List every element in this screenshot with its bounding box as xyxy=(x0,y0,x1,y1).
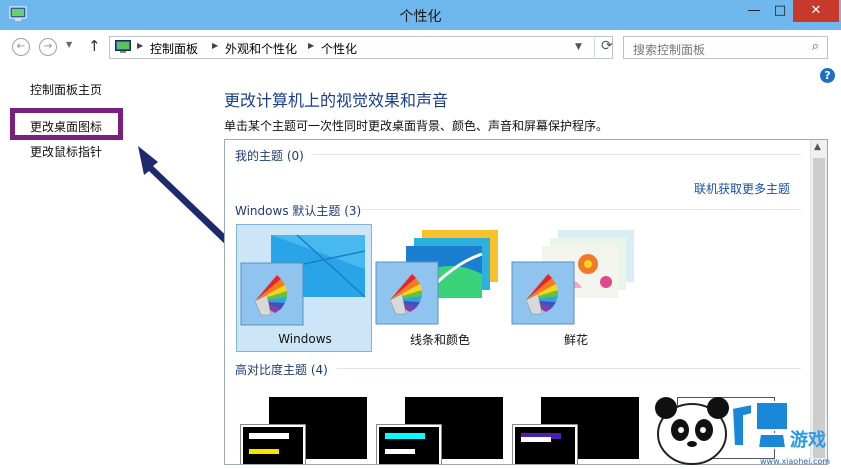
search-box[interactable]: 搜索控制面板 ⌕ xyxy=(623,36,828,59)
hc-window xyxy=(241,425,305,464)
svg-text:游戏: 游戏 xyxy=(790,429,826,451)
hc-bar xyxy=(249,449,279,454)
svg-text:www.xiaohei.com: www.xiaohei.com xyxy=(760,457,830,466)
theme-flowers-preview xyxy=(511,230,634,325)
title-bar: 个性化 — □ ✕ xyxy=(0,0,841,30)
window-title: 个性化 xyxy=(399,9,442,25)
theme-windows-preview xyxy=(240,234,366,326)
up-button[interactable]: ↑ xyxy=(88,37,101,55)
help-icon[interactable]: ? xyxy=(820,68,835,83)
breadcrumb-separator-icon[interactable]: ▶ xyxy=(212,41,218,50)
recent-locations-chevron-icon[interactable]: ▼ xyxy=(66,40,72,49)
hc-bar xyxy=(385,449,415,454)
theme-high-contrast-1[interactable] xyxy=(241,397,367,464)
hc-window xyxy=(513,425,577,464)
hc-bar xyxy=(385,433,425,439)
theme-name: 线条和颜色 xyxy=(409,333,470,347)
address-dropdown-icon[interactable]: ▼ xyxy=(575,42,582,52)
theme-lines-colors-preview xyxy=(375,230,498,325)
left-link-control-panel-home[interactable]: 控制面板主页 xyxy=(30,81,102,98)
back-button[interactable]: ← xyxy=(12,38,30,56)
navigation-bar: ← → ▼ ↑ ▶ 控制面板 ▶ 外观和个性化 ▶ 个性化 ▼ ⟳ 搜索控制面板… xyxy=(0,30,841,62)
maximize-button[interactable]: □ xyxy=(767,0,793,22)
theme-high-contrast-3[interactable] xyxy=(513,397,639,464)
highlight-box xyxy=(10,108,123,140)
forward-button[interactable]: → xyxy=(39,38,57,56)
hc-bar xyxy=(521,437,551,442)
theme-lines-and-colors[interactable]: 线条和颜色 xyxy=(372,224,508,352)
breadcrumb-separator-icon: ▶ xyxy=(137,41,144,50)
minimize-button[interactable]: — xyxy=(741,0,767,22)
breadcrumb-separator-icon[interactable]: ▶ xyxy=(308,41,314,50)
section-default-themes: Windows 默认主题 (3) xyxy=(235,204,362,218)
page-title: 更改计算机上的视觉效果和声音 xyxy=(224,91,449,110)
section-divider xyxy=(311,154,801,155)
close-button[interactable]: ✕ xyxy=(793,0,839,22)
window: 个性化 — □ ✕ ← → ▼ ↑ ▶ 控制面板 ▶ 外观和个性化 ▶ 个性化 … xyxy=(0,0,841,469)
control-panel-icon xyxy=(115,40,131,53)
search-input[interactable]: 搜索控制面板 xyxy=(633,41,705,58)
panda-logo-icon: 游戏 www.xiaohei.com xyxy=(655,397,830,466)
theme-high-contrast-2[interactable] xyxy=(377,397,503,464)
search-icon[interactable]: ⌕ xyxy=(812,39,819,54)
theme-flowers[interactable]: 鲜花 xyxy=(508,224,644,352)
address-bar[interactable]: ▶ 控制面板 ▶ 外观和个性化 ▶ 个性化 ▼ ⟳ xyxy=(109,36,613,59)
section-my-themes: 我的主题 (0) xyxy=(235,149,304,163)
online-themes-link[interactable]: 联机获取更多主题 xyxy=(694,180,790,197)
theme-windows[interactable]: Windows xyxy=(236,224,372,352)
page-description: 单击某个主题可一次性同时更改桌面背景、颜色、声音和屏幕保护程序。 xyxy=(224,119,609,133)
refresh-icon[interactable]: ⟳ xyxy=(594,38,613,57)
breadcrumb-appearance[interactable]: 外观和个性化 xyxy=(225,40,297,57)
section-divider xyxy=(361,209,801,210)
theme-name: 鲜花 xyxy=(563,333,588,347)
breadcrumb-control-panel[interactable]: 控制面板 xyxy=(150,40,198,57)
breadcrumb-personalization[interactable]: 个性化 xyxy=(321,40,357,57)
theme-name: Windows xyxy=(278,332,332,346)
hc-bar xyxy=(249,433,289,439)
scroll-up-icon[interactable]: ▲ xyxy=(814,142,821,152)
section-divider xyxy=(337,368,801,369)
hc-window xyxy=(377,425,441,464)
watermark: 游戏 www.xiaohei.com xyxy=(648,386,841,469)
left-link-change-mouse-pointers[interactable]: 更改鼠标指针 xyxy=(30,143,102,160)
section-high-contrast: 高对比度主题 (4) xyxy=(235,363,328,377)
